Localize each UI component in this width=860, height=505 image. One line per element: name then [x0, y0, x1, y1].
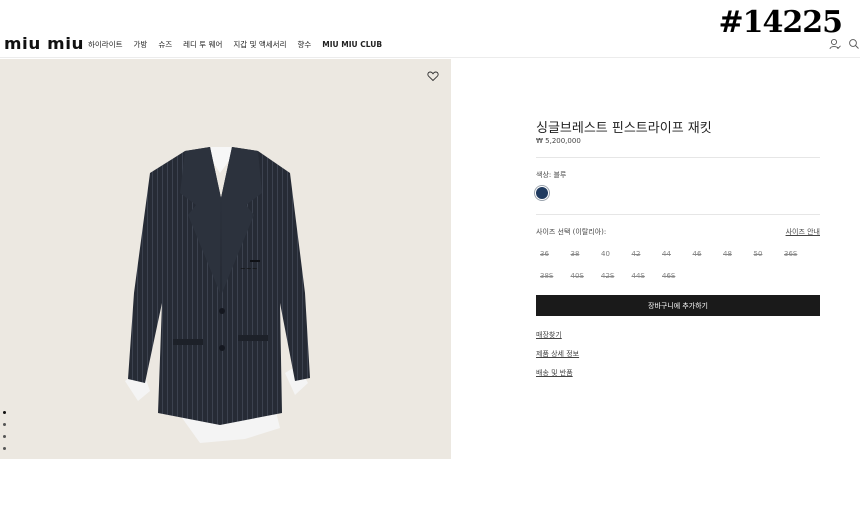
product-image-gallery[interactable]: ~~~	[0, 59, 451, 459]
gallery-dot[interactable]	[3, 411, 6, 414]
divider	[536, 157, 820, 158]
main-nav: 하이라이트 가방 슈즈 레디 투 웨어 지갑 및 액세서리 향수 MIU MIU…	[88, 40, 393, 50]
size-option[interactable]: 42	[632, 250, 641, 258]
size-option[interactable]: 40S	[571, 272, 584, 280]
product-image: ~~~	[125, 147, 310, 443]
size-option[interactable]: 38S	[540, 272, 553, 280]
svg-text:~~~: ~~~	[240, 265, 258, 273]
gallery-dot[interactable]	[3, 423, 6, 426]
size-option[interactable]: 46S	[662, 272, 675, 280]
nav-item-shoes[interactable]: 슈즈	[158, 40, 172, 50]
size-option[interactable]: 36S	[784, 250, 797, 258]
product-details-link[interactable]: 제품 상세 정보	[536, 349, 579, 359]
site-header: miu miu 하이라이트 가방 슈즈 레디 투 웨어 지갑 및 액세서리 향수…	[0, 0, 860, 58]
heart-icon[interactable]	[427, 70, 439, 82]
size-option[interactable]: 42S	[601, 272, 614, 280]
size-option[interactable]: 44	[662, 250, 671, 258]
add-to-cart-button[interactable]: 장바구니에 추가하기	[536, 295, 820, 316]
size-option[interactable]: 48	[723, 250, 732, 258]
size-option[interactable]: 40	[601, 250, 610, 258]
watermark-id: #14225	[718, 5, 843, 40]
nav-item-highlights[interactable]: 하이라이트	[88, 40, 123, 50]
size-guide-link[interactable]: 사이즈 안내	[786, 227, 820, 237]
brand-logo[interactable]: miu miu	[4, 36, 84, 52]
product-title: 싱글브레스트 핀스트라이프 재킷	[536, 121, 712, 136]
product-price: ₩ 5,200,000	[536, 137, 581, 145]
gallery-dot[interactable]	[3, 435, 6, 438]
size-option[interactable]: 50	[754, 250, 763, 258]
shipping-returns-link[interactable]: 배송 및 반품	[536, 368, 573, 378]
size-select-label: 사이즈 선택 (이탈리아):	[536, 228, 607, 236]
color-label: 색상: 블루	[536, 171, 567, 179]
nav-item-wallets-accessories[interactable]: 지갑 및 액세서리	[233, 40, 286, 50]
store-locator-link[interactable]: 매장찾기	[536, 330, 562, 340]
divider	[536, 214, 820, 215]
color-swatch-blue[interactable]	[536, 187, 548, 199]
nav-item-bags[interactable]: 가방	[134, 40, 148, 50]
gallery-dots	[3, 411, 6, 450]
user-icon[interactable]	[829, 38, 841, 50]
size-option[interactable]: 38	[571, 250, 580, 258]
nav-item-miu-miu-club[interactable]: MIU MIU CLUB	[322, 40, 382, 50]
size-option[interactable]: 44S	[632, 272, 645, 280]
search-icon[interactable]	[848, 38, 860, 50]
nav-item-ready-to-wear[interactable]: 레디 투 웨어	[183, 40, 222, 50]
size-option[interactable]: 46	[693, 250, 702, 258]
gallery-dot[interactable]	[3, 447, 6, 450]
nav-item-fragrance[interactable]: 향수	[297, 40, 311, 50]
size-option[interactable]: 36	[540, 250, 549, 258]
